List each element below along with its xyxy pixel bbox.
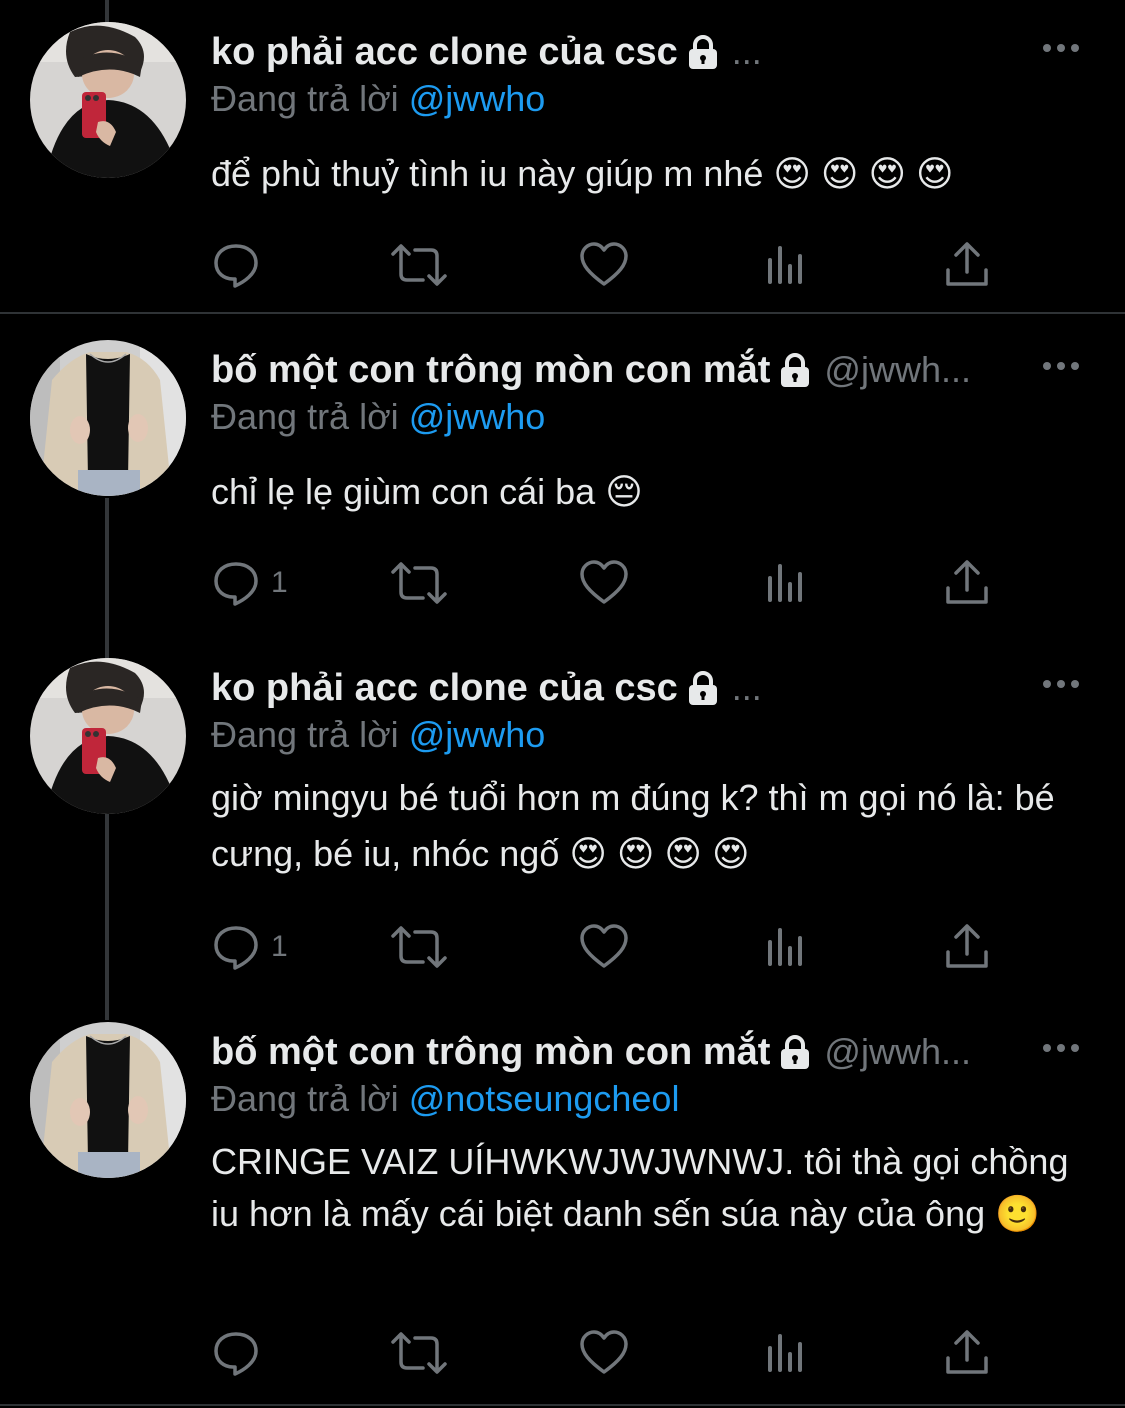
tweet-divider: [0, 1404, 1125, 1406]
more-icon[interactable]: [1041, 676, 1081, 692]
avatar[interactable]: [30, 1022, 186, 1178]
reply-icon: [211, 558, 261, 608]
display-name[interactable]: bố một con trông mòn con mắt: [211, 349, 770, 392]
thread-line-top: [105, 0, 109, 22]
retweet-icon: [389, 1328, 449, 1378]
share-button[interactable]: [942, 1328, 992, 1378]
username-handle[interactable]: @jwwh...: [824, 1031, 971, 1073]
mention-link[interactable]: @notseungcheol: [409, 1078, 680, 1119]
like-button[interactable]: [579, 922, 629, 972]
share-button[interactable]: [942, 922, 992, 972]
replying-to-label: Đang trả lời: [211, 78, 399, 119]
retweet-icon: [389, 240, 449, 290]
reply-button[interactable]: [211, 1328, 271, 1378]
retweet-icon: [389, 558, 449, 608]
tweet-header: ko phải acc clone của csc ...: [211, 30, 1085, 74]
like-icon: [579, 240, 629, 290]
replying-to-label: Đang trả lời: [211, 714, 399, 755]
views-button[interactable]: [764, 240, 808, 290]
lock-icon: [778, 1034, 812, 1070]
share-icon: [942, 1328, 992, 1378]
replying-to-label: Đang trả lời: [211, 396, 399, 437]
tweet-header: bố một con trông mòn con mắt @jwwh...: [211, 1030, 1085, 1074]
reply-icon: [211, 240, 261, 290]
retweet-button[interactable]: [389, 240, 449, 290]
avatar[interactable]: [30, 658, 186, 814]
replying-to-label: Đang trả lời: [211, 1078, 399, 1119]
reply-count: 1: [271, 930, 288, 963]
views-button[interactable]: [764, 558, 808, 608]
like-icon: [579, 558, 629, 608]
tweet-divider: [0, 312, 1125, 314]
tweet-text: giờ mingyu bé tuổi hơn m đúng k? thì m g…: [211, 777, 1055, 874]
lock-icon: [778, 352, 812, 388]
replying-to: Đang trả lời @notseungcheol: [211, 1078, 679, 1120]
username-handle[interactable]: ...: [732, 31, 762, 73]
lock-icon: [686, 670, 720, 706]
tweet-header: ko phải acc clone của csc ...: [211, 666, 1085, 710]
like-button[interactable]: [579, 240, 629, 290]
avatar[interactable]: [30, 22, 186, 178]
username-handle[interactable]: ...: [732, 667, 762, 709]
retweet-button[interactable]: [389, 558, 449, 608]
like-icon: [579, 1328, 629, 1378]
more-icon[interactable]: [1041, 1040, 1081, 1056]
retweet-button[interactable]: [389, 922, 449, 972]
display-name[interactable]: ko phải acc clone của csc: [211, 31, 678, 74]
tweet-actions: 1: [211, 558, 1011, 608]
tweet-text: CRINGE VAIZ UÍHWKWJWJWNWJ. tôi thà gọi c…: [211, 1141, 1069, 1234]
replying-to: Đang trả lời @jwwho: [211, 714, 545, 756]
views-icon: [764, 558, 808, 608]
share-icon: [942, 240, 992, 290]
views-icon: [764, 240, 808, 290]
like-button[interactable]: [579, 558, 629, 608]
username-handle[interactable]: @jwwh...: [824, 349, 971, 391]
share-button[interactable]: [942, 240, 992, 290]
reply-icon: [211, 922, 261, 972]
mention-link[interactable]: @jwwho: [409, 714, 546, 755]
like-button[interactable]: [579, 1328, 629, 1378]
views-icon: [764, 922, 808, 972]
share-button[interactable]: [942, 558, 992, 608]
reply-icon: [211, 1328, 261, 1378]
views-icon: [764, 1328, 808, 1378]
reply-button[interactable]: 1: [211, 558, 288, 608]
share-icon: [942, 922, 992, 972]
lock-icon: [686, 34, 720, 70]
tweet-actions: 1: [211, 922, 1011, 972]
mention-link[interactable]: @jwwho: [409, 78, 546, 119]
display-name[interactable]: bố một con trông mòn con mắt: [211, 1031, 770, 1074]
tweet-actions: [211, 1328, 1011, 1378]
reply-count: 1: [271, 566, 288, 599]
more-icon[interactable]: [1041, 40, 1081, 56]
reply-button[interactable]: 1: [211, 922, 288, 972]
more-icon[interactable]: [1041, 358, 1081, 374]
tweet-actions: [211, 240, 1011, 290]
views-button[interactable]: [764, 1328, 808, 1378]
tweet-text: để phù thuỷ tình iu này giúp m nhé 😍 😍 😍…: [211, 153, 954, 194]
display-name[interactable]: ko phải acc clone của csc: [211, 667, 678, 710]
retweet-button[interactable]: [389, 1328, 449, 1378]
like-icon: [579, 922, 629, 972]
views-button[interactable]: [764, 922, 808, 972]
reply-button[interactable]: [211, 240, 271, 290]
tweet-header: bố một con trông mòn con mắt @jwwh...: [211, 348, 1085, 392]
retweet-icon: [389, 922, 449, 972]
avatar[interactable]: [30, 340, 186, 496]
replying-to: Đang trả lời @jwwho: [211, 396, 545, 438]
replying-to: Đang trả lời @jwwho: [211, 78, 545, 120]
tweet-text: chỉ lẹ lẹ giùm con cái ba 😔: [211, 471, 643, 512]
mention-link[interactable]: @jwwho: [409, 396, 546, 437]
share-icon: [942, 558, 992, 608]
